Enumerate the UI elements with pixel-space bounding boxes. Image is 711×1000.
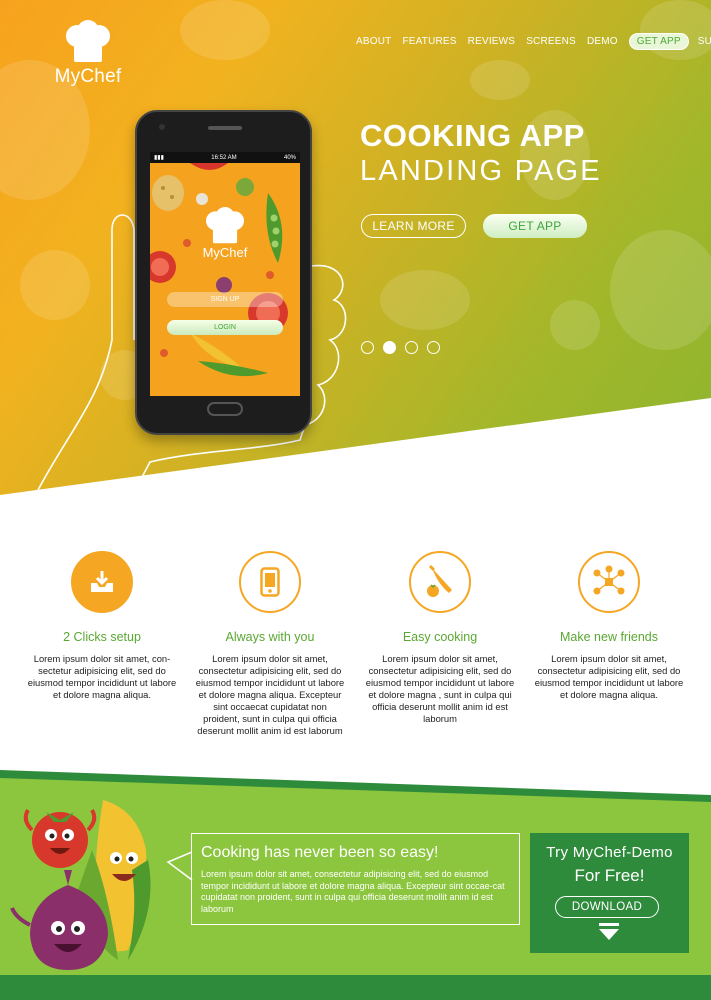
slider-dot[interactable] xyxy=(361,341,374,354)
feature-icon-circle xyxy=(71,551,133,613)
demo-cta-box: Try MyChef-Demo For Free! DOWNLOAD xyxy=(530,833,689,953)
friends-network-icon xyxy=(593,565,625,595)
slider-dot[interactable] xyxy=(405,341,418,354)
feature-text: Lorem ipsum dolor sit amet, con-sectetur… xyxy=(27,653,177,700)
phone-home-button xyxy=(207,402,243,416)
phone-status-bar: ▮▮▮ 16:52 AM 40% xyxy=(150,152,300,163)
download-button[interactable]: DOWNLOAD xyxy=(555,896,659,918)
feature-always-with-you: Always with you Lorem ipsum dolor sit am… xyxy=(195,551,345,737)
phone-camera xyxy=(159,124,165,130)
nav-demo[interactable]: DEMO xyxy=(587,36,618,47)
nav-about[interactable]: ABOUT xyxy=(356,36,391,47)
feature-text: Lorem ipsum dolor sit amet, consectetur … xyxy=(365,653,515,724)
feature-easy-cooking: Easy cooking Lorem ipsum dolor sit amet,… xyxy=(365,551,515,725)
phone-battery: 40% xyxy=(283,154,296,161)
signal-icon: ▮▮▮ xyxy=(154,155,164,161)
feature-icon-circle xyxy=(239,551,301,613)
phone-mockup: ▮▮▮ 16:52 AM 40% MyChef SIGN UP LOGIN xyxy=(135,110,312,435)
feature-title: Easy cooking xyxy=(402,630,478,644)
nav-features[interactable]: FEATURES xyxy=(402,36,456,47)
feature-title: Make new friends xyxy=(560,630,658,644)
speech-pointer xyxy=(166,851,193,881)
brand-logo[interactable]: MyChef xyxy=(48,20,128,88)
hero-diagonal-cut xyxy=(0,398,711,500)
hero-subtitle: LANDING PAGE xyxy=(360,155,602,187)
slider-dot-active[interactable] xyxy=(383,341,396,354)
download-tray-icon xyxy=(91,571,113,592)
feature-title: Always with you xyxy=(225,630,315,644)
vegetable-mascots xyxy=(10,800,151,970)
nav-reviews[interactable]: REVIEWS xyxy=(468,36,516,47)
promo-speech-box: Cooking has never been so easy! Lorem ip… xyxy=(191,833,520,925)
promo-text: Lorem ipsum dolor sit amet, consectetur … xyxy=(201,869,505,914)
slider-dot[interactable] xyxy=(427,341,440,354)
feature-setup: 2 Clicks setup Lorem ipsum dolor sit ame… xyxy=(27,551,177,701)
top-nav: ABOUT FEATURES REVIEWS SCREENS DEMO GET … xyxy=(356,33,711,50)
arrow-down-icon xyxy=(599,923,619,940)
promo-title: Cooking has never been so easy! xyxy=(201,844,439,861)
feature-text: Lorem ipsum dolor sit amet, consectetur … xyxy=(195,653,345,736)
feature-text: Lorem ipsum dolor sit amet, consectetur … xyxy=(534,653,684,700)
hero-section: MyChef ABOUT FEATURES REVIEWS SCREENS DE… xyxy=(0,0,711,500)
screen-signup-button[interactable]: SIGN UP xyxy=(167,292,283,307)
get-app-button[interactable]: GET APP xyxy=(483,214,587,238)
brand-name: MyChef xyxy=(54,66,122,87)
knife-tomato-icon xyxy=(427,564,452,597)
phone-time: 16:52 AM xyxy=(211,154,237,161)
footer-strip xyxy=(0,975,711,1000)
demo-heading: Try MyChef-Demo xyxy=(546,844,673,861)
screen-login-button[interactable]: LOGIN xyxy=(167,320,283,335)
learn-more-button[interactable]: LEARN MORE xyxy=(361,214,466,238)
screen-vegetables xyxy=(150,163,288,377)
screen-logo-text: MyChef xyxy=(202,245,248,260)
nav-screens[interactable]: SCREENS xyxy=(526,36,576,47)
feature-icon-circle xyxy=(409,551,471,613)
nav-get-app[interactable]: GET APP xyxy=(628,33,689,50)
demo-subheading: For Free! xyxy=(574,866,645,885)
feature-make-friends: Make new friends Lorem ipsum dolor sit a… xyxy=(534,551,684,701)
phone-screen: ▮▮▮ 16:52 AM 40% MyChef SIGN UP LOGIN xyxy=(150,152,300,396)
slider-dots xyxy=(361,341,449,354)
chef-hat-icon xyxy=(66,20,110,62)
tomato-mascot xyxy=(23,808,97,868)
smartphone-icon xyxy=(260,567,280,597)
hero-title: COOKING APP xyxy=(360,118,585,153)
screen-chef-hat-icon xyxy=(206,207,244,244)
nav-support[interactable]: SUPPORT xyxy=(698,36,711,47)
feature-icon-circle xyxy=(578,551,640,613)
feature-title: 2 Clicks setup xyxy=(63,630,141,644)
phone-speaker xyxy=(208,126,242,130)
